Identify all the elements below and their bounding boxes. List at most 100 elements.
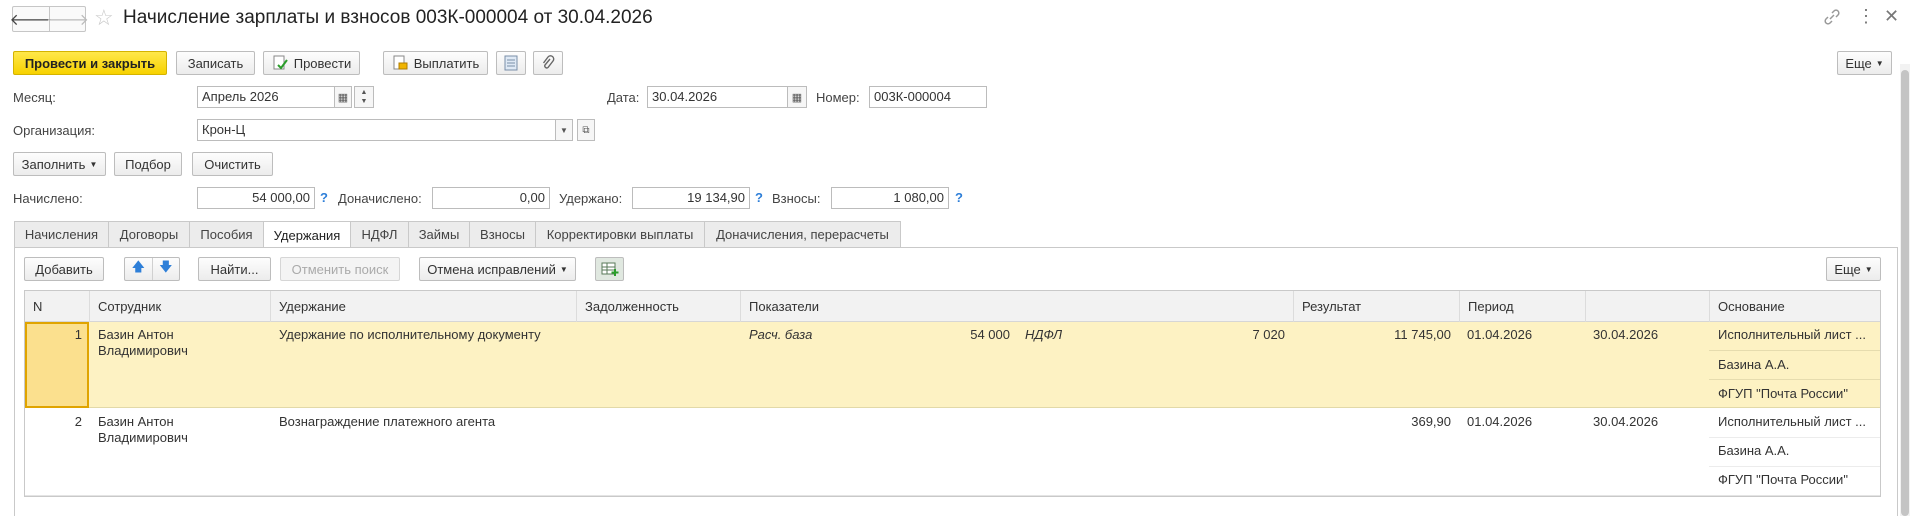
basis-divider <box>1709 350 1880 351</box>
move-buttons: 🡅 🡇 <box>124 257 180 281</box>
period-end: 30.04.2026 <box>1593 414 1659 429</box>
month-label: Месяц: <box>13 90 56 105</box>
column-header-deduction[interactable]: Удержание <box>270 291 576 322</box>
column-header-period-end[interactable] <box>1585 291 1709 322</box>
more-button-label: Еще <box>1845 55 1872 71</box>
column-header-indicators[interactable]: Показатели <box>740 291 1293 322</box>
report-list-icon <box>504 55 518 71</box>
contributions-field[interactable]: 1 080,00 <box>831 187 949 209</box>
tab-recalculations[interactable]: Доначисления, перерасчеты <box>704 221 901 247</box>
basis-agent: ФГУП "Почта России" <box>1718 472 1848 487</box>
tab-payment-adjustments[interactable]: Корректировки выплаты <box>535 221 705 247</box>
number-label: Номер: <box>816 90 860 105</box>
column-header-employee[interactable]: Сотрудник <box>89 291 270 322</box>
result-value: 11 745,00 <box>1394 327 1451 342</box>
dropdown-arrow-icon: ▼ <box>559 264 568 274</box>
move-down-icon[interactable]: 🡇 <box>153 258 180 280</box>
tab-contributions[interactable]: Взносы <box>469 221 536 247</box>
indicator-2-value: 7 020 <box>1252 327 1285 342</box>
spin-up-icon[interactable]: ▲ <box>361 88 368 97</box>
cancel-fixes-button[interactable]: Отмена исправлений ▼ <box>419 257 576 281</box>
tab-loans[interactable]: Займы <box>408 221 470 247</box>
post-button[interactable]: Провести <box>263 51 360 75</box>
accrued-help-link[interactable]: ? <box>320 190 328 205</box>
pay-button-label: Выплатить <box>413 55 480 71</box>
tab-ndfl[interactable]: НДФЛ <box>350 221 409 247</box>
nav-buttons: 🡐 🡒 <box>10 6 89 32</box>
paperclip-icon <box>541 55 555 71</box>
calendar-icon: ▦ <box>337 91 349 104</box>
table-more-button[interactable]: Еще ▼ <box>1826 257 1881 281</box>
pay-button[interactable]: Выплатить <box>383 51 488 75</box>
column-header-result[interactable]: Результат <box>1293 291 1459 322</box>
attachments-button[interactable] <box>533 51 563 75</box>
forward-arrow-icon[interactable]: 🡒 <box>46 7 89 31</box>
row-number: 2 <box>74 414 82 429</box>
tab-contracts[interactable]: Договоры <box>108 221 190 247</box>
column-header-period[interactable]: Период <box>1459 291 1585 322</box>
additional-field[interactable]: 0,00 <box>432 187 550 209</box>
table-more-label: Еще <box>1834 261 1861 277</box>
post-button-label: Провести <box>293 55 352 71</box>
withheld-label: Удержано: <box>559 191 623 206</box>
indicator-2-name: НДФЛ <box>1025 327 1063 342</box>
employee-name: Базин Антон Владимирович <box>98 414 188 445</box>
more-button[interactable]: Еще ▼ <box>1837 51 1892 75</box>
report-button[interactable] <box>496 51 526 75</box>
date-calendar-icon: ▦ <box>791 91 803 104</box>
month-field[interactable]: Апрель 2026 <box>197 86 335 108</box>
column-header-debt[interactable]: Задолженность <box>576 291 740 322</box>
tab-deductions[interactable]: Удержания <box>263 221 351 248</box>
clear-button[interactable]: Очистить <box>192 152 273 176</box>
date-field[interactable]: 30.04.2026 <box>647 86 788 108</box>
add-table-row-button[interactable] <box>595 257 624 281</box>
close-icon[interactable]: ✕ <box>1884 6 1899 27</box>
table-add-icon <box>601 261 619 277</box>
date-calendar-button[interactable]: ▦ <box>787 86 807 108</box>
spin-down-icon[interactable]: ▼ <box>361 97 368 106</box>
back-arrow-icon[interactable]: 🡐 <box>10 7 52 31</box>
additional-label: Доначислено: <box>338 191 422 206</box>
tab-benefits[interactable]: Пособия <box>189 221 264 247</box>
month-spinner[interactable]: ▲ ▼ <box>354 86 374 108</box>
select-button[interactable]: Подбор <box>114 152 182 176</box>
link-icon[interactable] <box>1823 8 1841 26</box>
basis-divider <box>1709 466 1880 467</box>
find-button[interactable]: Найти... <box>198 257 271 281</box>
cancel-search-button[interactable]: Отменить поиск <box>280 257 400 281</box>
organization-field[interactable]: Крон-Ц <box>197 119 556 141</box>
basis-recipient: Базина А.А. <box>1718 357 1790 372</box>
post-and-close-button[interactable]: Провести и закрыть <box>13 51 167 75</box>
save-button[interactable]: Записать <box>176 51 255 75</box>
column-header-basis[interactable]: Основание <box>1709 291 1880 322</box>
scrollbar-thumb[interactable] <box>1901 70 1909 516</box>
favorite-star-icon[interactable]: ☆ <box>94 5 114 31</box>
deduction-type: Вознаграждение платежного агента <box>279 414 496 429</box>
organization-dropdown-button[interactable]: ▼ <box>555 119 573 141</box>
result-value: 369,90 <box>1411 414 1451 429</box>
dropdown-arrow-icon: ▼ <box>89 159 98 169</box>
deduction-type: Удержание по исполнительному документу <box>279 327 541 342</box>
withheld-field[interactable]: 19 134,90 <box>632 187 750 209</box>
contributions-help-link[interactable]: ? <box>955 190 963 205</box>
fill-button-label: Заполнить <box>21 156 86 172</box>
basis-recipient: Базина А.А. <box>1718 443 1790 458</box>
date-label: Дата: <box>607 90 640 105</box>
period-start: 01.04.2026 <box>1467 327 1533 342</box>
organization-label: Организация: <box>13 123 96 138</box>
organization-open-button[interactable]: ⧉ <box>577 119 595 141</box>
dropdown-arrow-icon: ▼ <box>1864 264 1873 274</box>
calendar-button[interactable]: ▦ <box>334 86 352 108</box>
fill-button[interactable]: Заполнить ▼ <box>13 152 106 176</box>
menu-dots-icon[interactable]: ⋮ <box>1857 7 1875 25</box>
add-row-button[interactable]: Добавить <box>24 257 104 281</box>
tab-accruals[interactable]: Начисления <box>14 221 109 247</box>
move-up-icon[interactable]: 🡅 <box>125 258 153 280</box>
accrued-field[interactable]: 54 000,00 <box>197 187 315 209</box>
column-header-n[interactable]: N <box>25 291 89 322</box>
basis-divider <box>1709 379 1880 380</box>
withheld-help-link[interactable]: ? <box>755 190 763 205</box>
basis-document: Исполнительный лист ... <box>1718 327 1866 342</box>
vertical-scrollbar[interactable] <box>1900 64 1910 516</box>
number-field[interactable]: 003К-000004 <box>869 86 987 108</box>
